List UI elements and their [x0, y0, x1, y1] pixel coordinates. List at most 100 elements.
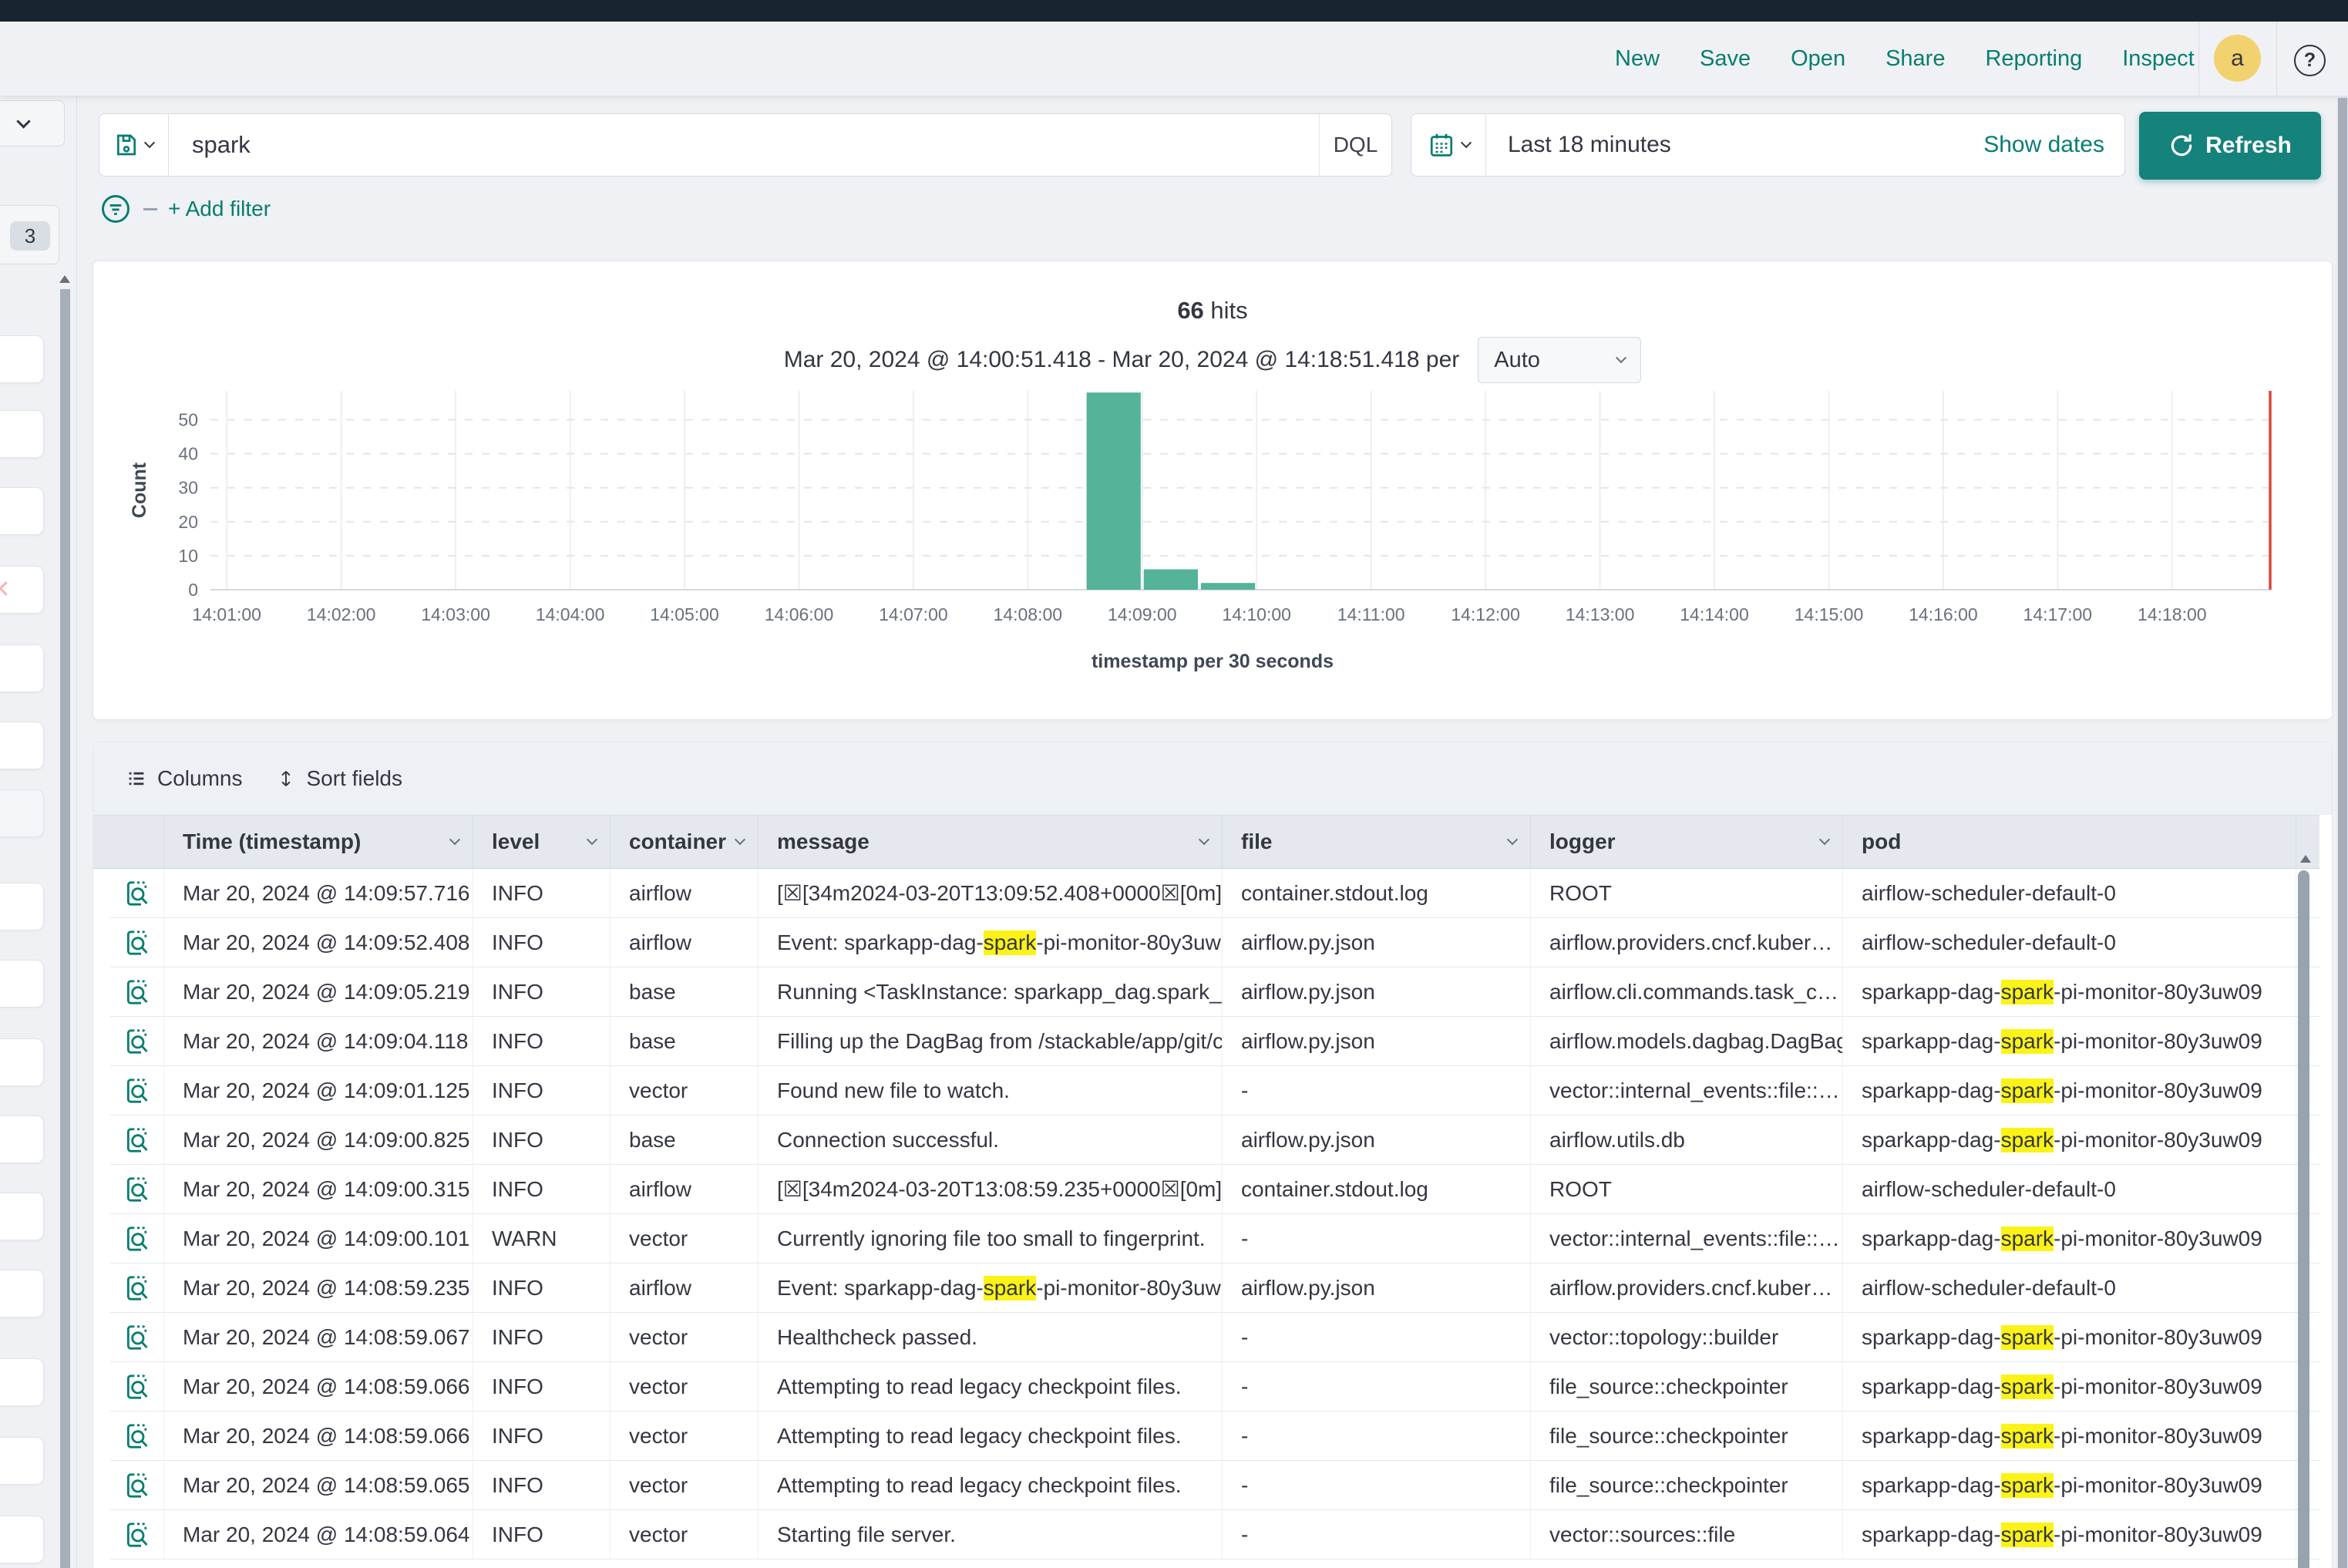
expand-row-button[interactable]	[122, 1174, 153, 1205]
cell-message: Connection successful.	[759, 1115, 1223, 1164]
cell-file: airflow.py.json	[1223, 967, 1531, 1016]
refresh-button[interactable]: Refresh	[2139, 112, 2321, 180]
nav-reporting[interactable]: Reporting	[1985, 46, 2082, 72]
cell-logger: file_source::checkpointer	[1531, 1412, 1843, 1460]
filter-icon[interactable]	[99, 192, 133, 226]
expand-row-button[interactable]	[122, 878, 153, 909]
collapsed-card[interactable]	[0, 1437, 44, 1485]
help-icon[interactable]: ?	[2294, 45, 2326, 76]
column-header-time[interactable]: Time (timestamp)	[164, 816, 473, 868]
collapsed-card[interactable]	[0, 1193, 44, 1240]
cell-logger: airflow.providers.cncf.kuber…	[1531, 918, 1843, 967]
column-header-message[interactable]: message	[759, 816, 1223, 868]
time-range-value[interactable]: Last 18 minutes	[1486, 114, 1983, 176]
collapsed-card[interactable]	[0, 1115, 44, 1163]
chevron-down-icon	[1460, 137, 1471, 148]
page-scrollbar[interactable]	[2338, 98, 2347, 1568]
cell-pod: sparkapp-dag-spark-pi-monitor-80y3uw09	[1843, 1017, 2296, 1065]
cell-level: INFO	[473, 1461, 611, 1509]
expand-row-button[interactable]	[122, 1223, 153, 1254]
calendar-button[interactable]	[1411, 114, 1486, 176]
cell-message: Event: sparkapp-dag-spark-pi-monitor-80y…	[759, 1263, 1223, 1312]
table-scrollbar[interactable]	[2298, 870, 2309, 1568]
expand-row-button[interactable]	[122, 977, 153, 1008]
collapsed-card[interactable]	[0, 487, 44, 535]
collapsed-card[interactable]	[0, 1358, 44, 1406]
histogram-bar[interactable]	[1144, 570, 1198, 591]
add-filter-button[interactable]: + Add filter	[168, 197, 271, 221]
selected-fields-box[interactable]: 3	[0, 205, 59, 264]
column-header-container[interactable]: container	[611, 816, 759, 868]
show-dates-button[interactable]: Show dates	[1983, 114, 2124, 176]
query-language-button[interactable]: DQL	[1319, 114, 1391, 176]
nav-save[interactable]: Save	[1700, 46, 1751, 72]
cell-container: airflow	[611, 1263, 759, 1312]
svg-text:10: 10	[178, 546, 198, 566]
collapsed-card[interactable]	[0, 1038, 44, 1086]
collapsed-card[interactable]	[0, 335, 44, 383]
cell-time: Mar 20, 2024 @ 14:08:59.235	[164, 1263, 473, 1312]
cell-file: airflow.py.json	[1223, 1017, 1531, 1065]
cell-file: -	[1223, 1214, 1531, 1263]
histogram-chart[interactable]: 0102030405014:01:0014:02:0014:03:0014:04…	[132, 385, 2329, 695]
svg-text:0: 0	[188, 580, 198, 600]
column-header-pod[interactable]: pod	[1843, 816, 2296, 868]
collapsed-card[interactable]	[0, 960, 44, 1008]
hits-count: 66	[1177, 297, 1203, 324]
expand-cell	[110, 967, 164, 1016]
columns-button[interactable]: Columns	[126, 766, 242, 791]
cell-time: Mar 20, 2024 @ 14:08:59.064	[164, 1510, 473, 1559]
column-header-file[interactable]: file	[1223, 816, 1531, 868]
expand-row-button[interactable]	[122, 1125, 153, 1156]
collapsed-card[interactable]	[0, 789, 44, 837]
search-input[interactable]: spark	[169, 114, 1319, 176]
histogram-bar[interactable]	[1201, 583, 1255, 590]
cell-file: airflow.py.json	[1223, 1263, 1531, 1312]
interval-select[interactable]: Auto	[1478, 337, 1641, 383]
expand-row-button[interactable]	[122, 1470, 153, 1501]
nav-share[interactable]: Share	[1885, 46, 1945, 72]
cell-message: Attempting to read legacy checkpoint fil…	[759, 1362, 1223, 1411]
column-header-level[interactable]: level	[473, 816, 611, 868]
expand-row-button[interactable]	[122, 1421, 153, 1452]
collapsed-card[interactable]	[0, 410, 44, 458]
nav-new[interactable]: New	[1615, 46, 1660, 72]
expand-row-button[interactable]	[122, 1519, 153, 1550]
user-avatar[interactable]: a	[2214, 35, 2261, 82]
column-label: Time (timestamp)	[183, 829, 361, 854]
column-label: container	[629, 829, 726, 854]
column-header-logger[interactable]: logger	[1531, 816, 1843, 868]
collapsed-card[interactable]	[0, 722, 44, 769]
expand-cell	[110, 1066, 164, 1115]
svg-text:14:07:00: 14:07:00	[879, 604, 948, 624]
cell-container: vector	[611, 1461, 759, 1509]
collapse-sidebar-button[interactable]	[0, 100, 65, 146]
svg-text:40: 40	[178, 444, 198, 464]
cell-level: INFO	[473, 1066, 611, 1115]
collapsed-card[interactable]	[0, 1516, 44, 1563]
expand-row-button[interactable]	[122, 1322, 153, 1353]
nav-inspect[interactable]: Inspect	[2122, 46, 2195, 72]
save-query-button[interactable]	[99, 114, 169, 176]
svg-text:14:03:00: 14:03:00	[421, 604, 490, 624]
cell-message: Attempting to read legacy checkpoint fil…	[759, 1461, 1223, 1509]
histogram-bar[interactable]	[1087, 392, 1141, 590]
collapsed-card[interactable]	[0, 1270, 44, 1317]
expand-row-button[interactable]	[122, 927, 153, 958]
svg-text:14:16:00: 14:16:00	[1909, 604, 1978, 624]
nav-open[interactable]: Open	[1791, 46, 1845, 72]
sort-icon	[276, 769, 296, 789]
search-highlight: spark	[2001, 1226, 2054, 1251]
collapsed-card[interactable]	[0, 644, 44, 692]
sort-fields-button[interactable]: Sort fields	[276, 766, 402, 791]
collapsed-card[interactable]	[0, 883, 44, 930]
expand-row-button[interactable]	[122, 1371, 153, 1402]
nav-separator	[2198, 22, 2199, 96]
cell-container: base	[611, 967, 759, 1016]
expand-row-button[interactable]	[122, 1075, 153, 1106]
expand-row-button[interactable]	[122, 1273, 153, 1304]
sidebar-scrollbar[interactable]	[60, 289, 70, 1568]
expand-row-button[interactable]	[122, 1026, 153, 1057]
collapsed-card[interactable]: ✕	[0, 566, 44, 614]
table-row: Mar 20, 2024 @ 14:09:00.101WARNvectorCur…	[110, 1214, 2319, 1263]
